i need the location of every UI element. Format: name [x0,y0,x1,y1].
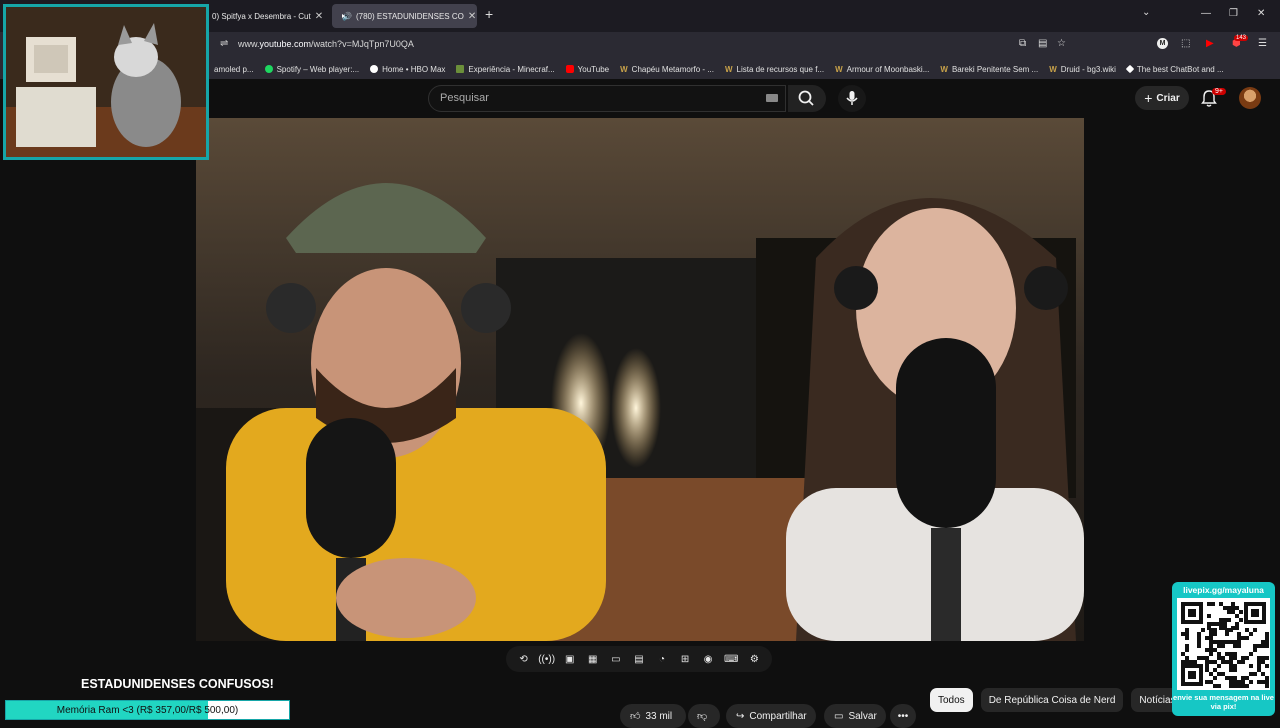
video-frame-image [196,118,1084,641]
search-icon [798,90,814,106]
new-tab-icon[interactable]: + [485,6,493,22]
bookmark-item[interactable]: W Druid - bg3.wiki [1049,65,1116,74]
bookmark-item[interactable]: W Bareki Penitente Sem ... [940,65,1038,74]
speed-gauge-icon[interactable]: ◔ [655,653,669,665]
extension-badge: 143 [1234,35,1249,41]
wiki-w-icon: W [1049,64,1057,74]
youtube-extension-icon[interactable]: ▶ [1206,38,1214,49]
chatbot-icon [1125,64,1135,74]
tab-list-chevron-icon[interactable]: ⌄ [1142,7,1150,18]
avatar[interactable] [1239,87,1261,109]
bookmark-item[interactable]: The best ChatBot and ... [1125,64,1224,74]
recommendation-chips: Todos De República Coisa de Nerd Notícia… [930,688,1184,712]
search-placeholder: Pesquisar [440,92,489,104]
wiki-w-icon: W [724,64,733,74]
minimize-window-icon[interactable]: — [1201,8,1211,19]
subtitles-icon[interactable]: ▣ [563,653,577,665]
chip-all[interactable]: Todos [930,688,973,712]
account-m-icon[interactable]: M [1157,38,1168,49]
save-button[interactable]: ▭ Salvar [824,704,886,728]
donation-goal-bar: Memória Ram <3 (R$ 357,00/R$ 500,00) [5,700,290,720]
bookmark-item[interactable]: YouTube [565,65,609,74]
webcam-overlay [3,4,209,160]
reader-view-icon[interactable]: ▤ [1038,38,1047,49]
create-label: Criar [1156,92,1180,104]
notification-badge: 9+ [1212,88,1226,95]
bookmark-item[interactable]: W Chapéu Metamorfo - ... [620,65,714,74]
loop-icon[interactable]: ⟲ [517,653,531,665]
youtube-icon [565,65,574,73]
tab-label: (780) ESTADUNIDENSES CO [355,11,464,21]
livepix-message: envie sua mensagem na live via pix! [1173,693,1274,711]
create-button[interactable]: + Criar [1135,86,1189,110]
player-controls-bar: ⟲ ((•)) ▣ ▦ ▭ ▤ ◔ ⊞ ◉ ⌨ ⚙ [506,646,772,672]
site-settings-icon[interactable]: ⇌ [220,38,228,49]
cat-at-computer-image [6,7,206,157]
keyboard-shortcuts-icon[interactable]: ⌨ [724,653,738,665]
screenshot-camera-icon[interactable]: ◉ [701,653,715,665]
microphone-icon [846,91,858,105]
bookmark-item[interactable]: Home • HBO Max [370,65,445,74]
url-host: youtube.com [259,39,312,49]
wiki-w-icon: W [620,64,628,74]
url-prefix: www. [238,39,260,49]
url-field[interactable]: www.youtube.com/watch?v=MJqTpn7U0QA [238,39,414,49]
close-tab-icon[interactable]: ✕ [311,11,323,22]
bookmark-item[interactable]: amoled p... [214,65,254,74]
hbo-max-icon [370,65,379,73]
share-button[interactable]: ↪ Compartilhar [726,704,816,728]
extensions-puzzle-icon[interactable]: ⬚ [1181,38,1190,49]
url-path: /watch?v=MJqTpn7U0QA [311,39,414,49]
tab-label: 0) Spitfya x Desembra - Cut [212,11,311,21]
clip-icon[interactable]: ⊞ [678,653,692,665]
menu-hamburger-icon[interactable]: ☰ [1258,38,1267,49]
close-tab-icon[interactable]: ✕ [464,11,476,22]
search-button[interactable] [788,85,826,112]
ambient-mode-icon[interactable]: ((•)) [538,653,555,665]
clapper-icon[interactable]: ▦ [586,653,600,665]
browser-tab-active[interactable]: 🔊 (780) ESTADUNIDENSES CO ✕ [332,4,477,28]
picture-in-picture-icon[interactable]: ⧉ [1019,38,1026,49]
bookmark-item[interactable]: Spotify – Web player:... [264,65,359,74]
livepix-url: livepix.gg/mayaluna [1183,585,1264,595]
thumbs-up-icon: 👍︎ [630,711,641,722]
donation-goal-text: Memória Ram <3 (R$ 357,00/R$ 500,00) [56,704,239,716]
chip-channel[interactable]: De República Coisa de Nerd [980,688,1124,712]
wiki-w-icon: W [940,64,948,74]
dislike-button[interactable]: 👎︎ [688,704,720,728]
theater-mode-icon[interactable]: ▭ [609,653,623,665]
more-actions-button[interactable]: ••• [890,704,916,728]
video-title: ESTADUNIDENSES CONFUSOS! [81,677,274,691]
browser-tab[interactable]: 0) Spitfya x Desembra - Cut ✕ [206,4,328,28]
qr-code-image [1177,598,1270,690]
close-window-icon[interactable]: ✕ [1257,8,1265,19]
qr-code-pattern [1177,598,1270,690]
bookmark-star-icon[interactable]: ☆ [1057,38,1066,49]
plus-icon: + [1144,90,1153,106]
thumbs-down-icon: 👎︎ [697,711,708,722]
video-player[interactable] [196,118,1084,641]
bookmark-item[interactable]: W Armour of Moonbaski... [835,65,929,74]
keyboard-icon[interactable] [766,94,778,102]
like-button[interactable]: 👍︎ 33 mil [620,704,686,728]
bookmark-item[interactable]: W Lista de recursos que f... [725,65,824,74]
voice-search-button[interactable] [838,85,866,112]
miniplayer-icon[interactable]: ▤ [632,653,646,665]
spotify-icon [264,65,273,73]
settings-gear-icon[interactable]: ⚙ [747,653,761,665]
maximize-window-icon[interactable]: ❐ [1229,8,1238,19]
bookmark-item[interactable]: Experiência - Minecraf... [456,65,555,74]
wiki-w-icon: W [835,64,843,74]
minecraft-icon [456,65,465,73]
